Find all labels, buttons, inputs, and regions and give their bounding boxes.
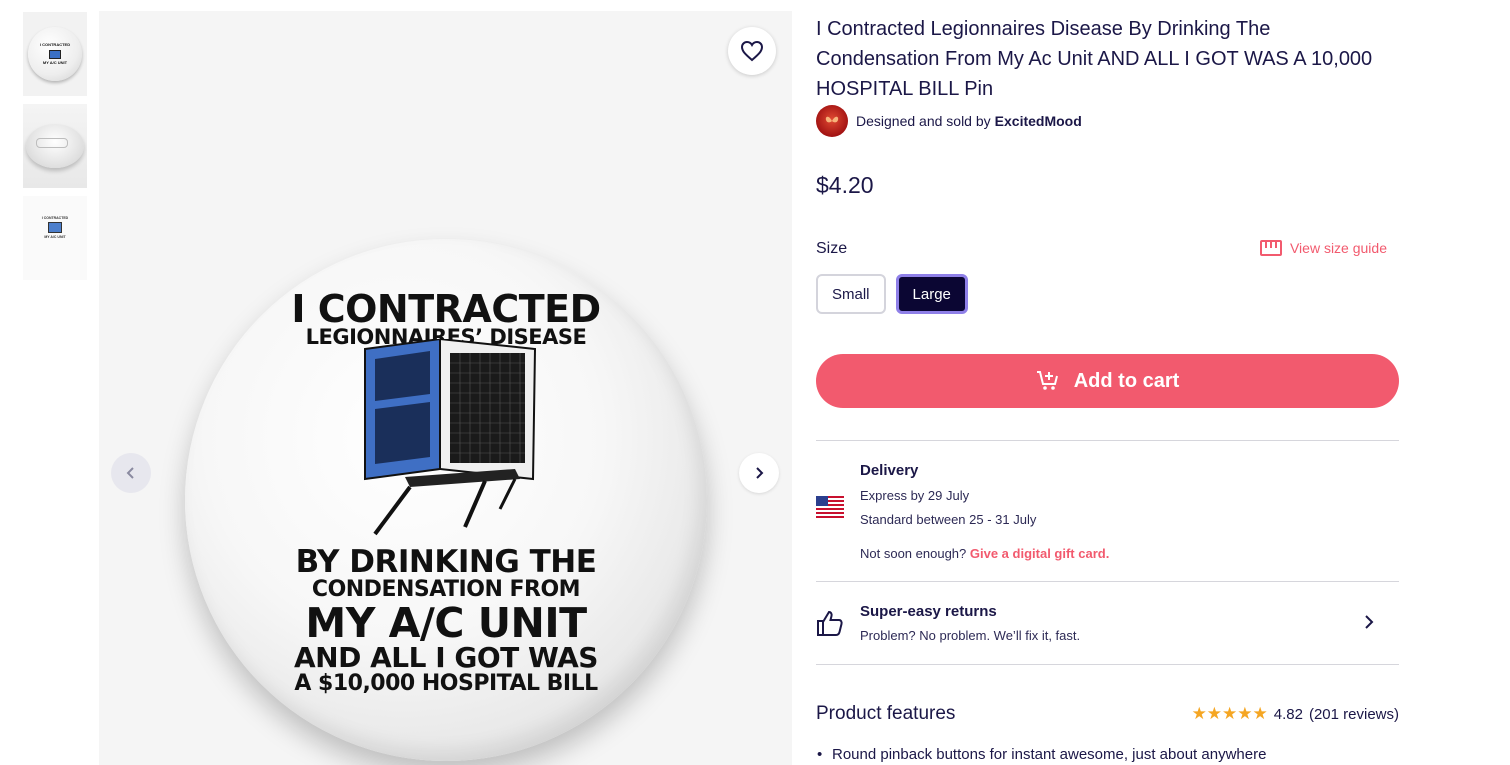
delivery-gift-line: Not soon enough? Give a digital gift car… <box>860 546 1109 561</box>
returns-title: Super-easy returns <box>860 603 997 620</box>
star-rating-icons: ★★★★★ <box>1191 704 1268 723</box>
thumbnail-front-image: I CONTRACTED MY A/C UNIT <box>28 27 82 81</box>
delivery-express: Express by 29 July <box>860 488 970 503</box>
thumbnail-mini-text: I CONTRACTED <box>39 42 71 48</box>
thumbnail-artwork[interactable]: I CONTRACTED MY A/C UNIT <box>23 196 87 280</box>
thumbnail-list: I CONTRACTED MY A/C UNIT I CONTRACTED MY… <box>23 12 87 288</box>
size-option-small[interactable]: Small <box>816 274 886 314</box>
returns-info-row[interactable]: Super-easy returns Problem? No problem. … <box>816 582 1399 664</box>
seller-avatar[interactable] <box>816 105 848 137</box>
thumbnail-mini-ac <box>48 222 62 233</box>
size-guide-link[interactable]: View size guide <box>1259 240 1387 256</box>
gift-card-link[interactable]: Give a digital gift card. <box>970 546 1109 561</box>
size-option-large[interactable]: Large <box>895 274 968 314</box>
size-options: Small Large <box>816 274 968 314</box>
returns-subtitle: Problem? No problem. We’ll fix it, fast. <box>860 628 1081 643</box>
pin-button-image: I CONTRACTED LEGIONNAIRES’ DISEASE BY DR… <box>185 239 707 761</box>
not-soon-text: Not soon enough? <box>860 546 967 561</box>
pin-text-line6: AND ALL I GOT WAS <box>294 641 598 674</box>
feature-bullet: Round pinback buttons for instant awesom… <box>817 746 1266 763</box>
thumbnail-artwork-image: I CONTRACTED MY A/C UNIT <box>40 216 70 260</box>
size-guide-label: View size guide <box>1289 240 1387 256</box>
thumbnail-back[interactable] <box>23 104 87 188</box>
chevron-left-icon <box>126 467 134 479</box>
product-title: I Contracted Legionnaires Disease By Dri… <box>816 18 1373 100</box>
chevron-right-icon <box>1365 615 1374 629</box>
size-label: Size <box>816 240 848 257</box>
delivery-standard: Standard between 25 - 31 July <box>860 512 1037 527</box>
thumbnail-mini-ac <box>49 49 61 59</box>
pin-text-line5: MY A/C UNIT <box>305 599 587 647</box>
thumbnail-back-image <box>26 124 84 168</box>
pin-text-line7: A $10,000 HOSPITAL BILL <box>294 671 598 696</box>
add-to-cart-label: Add to cart <box>1073 369 1180 392</box>
thumbnail-mini-text: MY A/C UNIT <box>42 59 68 65</box>
rating-value: 4.82 <box>1273 705 1303 723</box>
next-image-button[interactable] <box>739 453 779 493</box>
chevron-right-icon <box>756 467 764 479</box>
product-price: $4.20 <box>816 172 874 198</box>
divider <box>816 664 1399 665</box>
cart-plus-icon <box>1036 371 1058 390</box>
add-to-cart-button[interactable]: Add to cart <box>816 354 1399 408</box>
delivery-title: Delivery <box>860 462 919 479</box>
seller-name-link[interactable]: ExcitedMood <box>995 113 1082 129</box>
seller-prefix: Designed and sold by <box>856 113 991 129</box>
ruler-icon <box>1259 240 1282 256</box>
product-features-title: Product features <box>816 703 956 724</box>
thumbnail-mini-text: I CONTRACTED <box>41 216 69 220</box>
butterfly-icon <box>825 116 839 123</box>
heart-icon <box>740 40 764 62</box>
seller-info: Designed and sold by ExcitedMood <box>816 105 1082 137</box>
product-image-viewer: I CONTRACTED LEGIONNAIRES’ DISEASE BY DR… <box>99 11 792 765</box>
previous-image-button[interactable] <box>111 453 151 493</box>
pin-text-line3: BY DRINKING THE <box>295 544 597 580</box>
divider <box>816 440 1399 441</box>
rating-summary[interactable]: ★★★★★ 4.82 (201 reviews) <box>1192 704 1399 724</box>
thumbs-up-icon <box>817 610 843 636</box>
review-count: (201 reviews) <box>1308 705 1399 723</box>
air-conditioner-illustration <box>364 339 537 536</box>
favorite-button[interactable] <box>728 27 776 75</box>
us-flag-icon <box>816 496 844 518</box>
thumbnail-mini-text: MY A/C UNIT <box>44 235 66 239</box>
thumbnail-front[interactable]: I CONTRACTED MY A/C UNIT <box>23 12 87 96</box>
